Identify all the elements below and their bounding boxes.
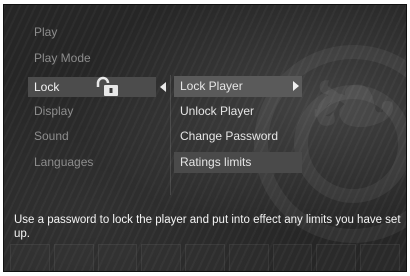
submenu-divider xyxy=(170,75,171,195)
film-strip-cell xyxy=(141,244,182,271)
menu-item-sound[interactable]: Sound xyxy=(34,126,69,146)
submenu-item-unlock-player[interactable]: Unlock Player xyxy=(174,101,302,122)
submenu-item-lock-player[interactable]: Lock Player xyxy=(174,76,302,97)
film-strip-cell xyxy=(228,244,269,271)
help-text: Use a password to lock the player and pu… xyxy=(14,214,401,240)
menu-item-lock[interactable]: Lock xyxy=(28,77,156,97)
lock-icon xyxy=(96,76,118,96)
film-strip-cell xyxy=(97,244,138,271)
menu-item-languages[interactable]: Languages xyxy=(34,152,93,172)
film-strip-cell xyxy=(185,244,225,271)
film-strip-cell xyxy=(360,244,401,271)
background-film-strip xyxy=(4,239,406,271)
submenu-item-label: Lock Player xyxy=(180,79,243,93)
menu-item-play[interactable]: Play xyxy=(34,22,57,42)
arrow-left-icon[interactable] xyxy=(160,82,166,92)
menu-item-display[interactable]: Display xyxy=(34,101,73,121)
film-strip-cell xyxy=(10,244,50,271)
film-strip-cell xyxy=(53,244,94,271)
submenu-item-ratings-limits[interactable]: Ratings limits xyxy=(174,152,302,173)
dvd-setup-screen: ❧ Play Play Mode Lock Display Sound Lang… xyxy=(3,4,407,272)
film-strip-cell xyxy=(316,244,357,271)
background-watermark-glyph: ❧ xyxy=(307,41,400,170)
menu-item-play-mode[interactable]: Play Mode xyxy=(34,48,91,68)
film-strip-cell xyxy=(272,244,313,271)
arrow-right-icon xyxy=(293,81,299,91)
submenu-item-change-password[interactable]: Change Password xyxy=(174,126,302,147)
